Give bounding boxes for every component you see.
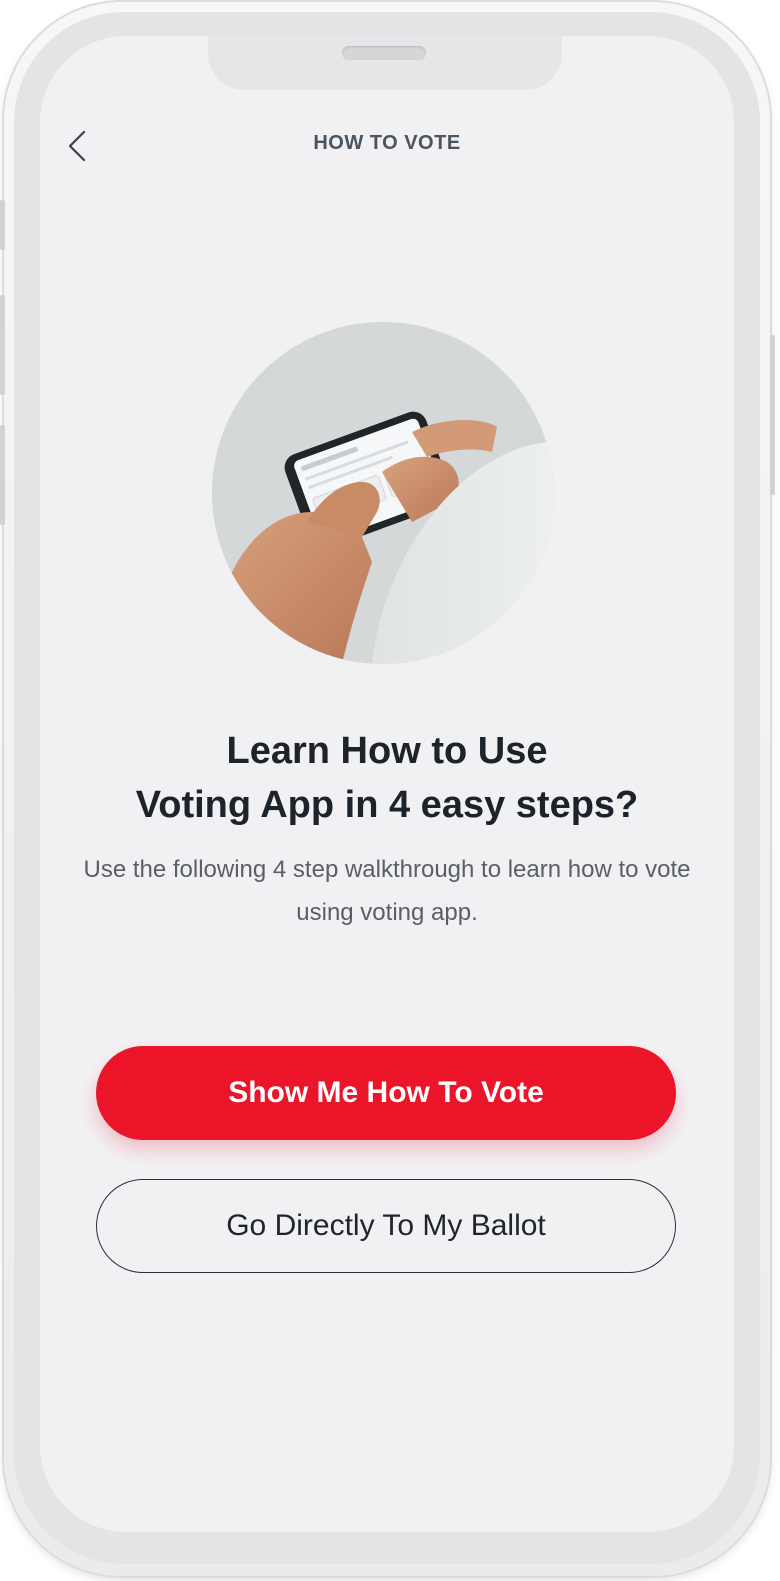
headline-line-2: Voting App in 4 easy steps? <box>135 784 639 826</box>
app-screen: HOW TO VOTE Learn How to Use Voting App … <box>40 36 734 1532</box>
headline-line-1: Learn How to Use <box>226 730 548 772</box>
headline: Learn How to Use Voting App in 4 easy st… <box>40 724 734 832</box>
phone-side-button-power <box>770 335 775 495</box>
speaker-grille <box>342 46 426 60</box>
hero-image <box>212 322 554 664</box>
page-title: HOW TO VOTE <box>313 132 461 154</box>
phone-side-button-mute <box>0 200 5 250</box>
show-me-how-to-vote-button[interactable]: Show Me How To Vote <box>96 1046 676 1140</box>
phone-side-button-volume-up <box>0 295 5 395</box>
phone-side-button-volume-down <box>0 425 5 525</box>
phone-notch <box>208 36 562 90</box>
hand-holding-phone-illustration <box>212 322 554 664</box>
description-text: Use the following 4 step walkthrough to … <box>83 856 691 926</box>
go-to-ballot-button[interactable]: Go Directly To My Ballot <box>96 1179 676 1273</box>
